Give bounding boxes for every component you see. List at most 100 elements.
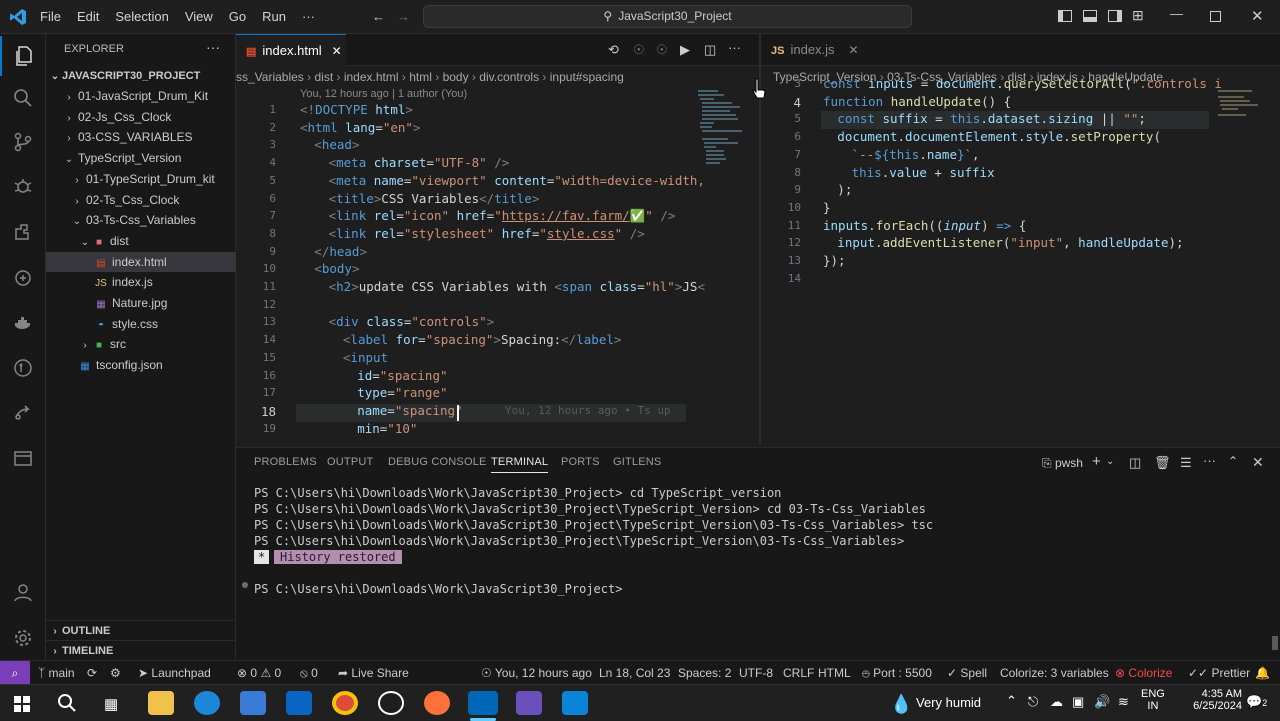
code-line[interactable]: name="spacing"	[357, 403, 462, 418]
tray-app-icon[interactable]: ⎋	[1028, 694, 1038, 710]
terminal-dropdown-chevron-icon[interactable]: ⌄	[1106, 456, 1114, 467]
tree-item[interactable]: ⌄ ■ dist	[46, 231, 236, 251]
problems-status[interactable]: ⊗ 0 ⚠ 0	[237, 661, 281, 685]
forward-arrow-icon[interactable]: →	[397, 9, 410, 24]
explorer-more-icon[interactable]: ···	[206, 39, 220, 55]
new-terminal-icon[interactable]: +	[1092, 453, 1101, 470]
branch-status[interactable]: ᛉ main	[38, 661, 75, 685]
input-language[interactable]: ENG IN	[1141, 688, 1165, 712]
code-line[interactable]: <input	[343, 350, 388, 365]
minimap[interactable]	[1216, 88, 1262, 118]
toggle-panel-icon[interactable]	[1083, 10, 1097, 22]
colorize-status[interactable]: ⊗ Colorize	[1115, 661, 1172, 685]
notifications-bell-icon[interactable]: 🔔	[1255, 661, 1270, 685]
toggle-secondary-sidebar-icon[interactable]	[1108, 10, 1122, 22]
tree-item[interactable]: › 03-CSS_VARIABLES	[46, 127, 236, 147]
menu-run[interactable]: Run	[254, 0, 294, 34]
toggle-sidebar-icon[interactable]	[1058, 10, 1072, 22]
indentation[interactable]: Spaces: 2	[678, 661, 731, 685]
media-player-taskbar-icon[interactable]	[378, 691, 404, 715]
close-panel-icon[interactable]: ✕	[1252, 454, 1264, 471]
code-line[interactable]: <link rel="stylesheet" href="style.css" …	[329, 226, 645, 241]
tree-item[interactable]: › 01-JavaScript_Drum_Kit	[46, 86, 236, 106]
panel-tab-terminal[interactable]: TERMINAL	[491, 456, 549, 473]
terminal-prompt[interactable]: PS C:\Users\hi\Downloads\Work\JavaScript…	[254, 582, 622, 596]
menu-edit[interactable]: Edit	[69, 0, 107, 34]
live-share-icon[interactable]	[0, 392, 46, 432]
breadcrumb-item[interactable]: ss_Variables	[236, 70, 304, 84]
tree-item[interactable]: ▤ index.html	[46, 251, 236, 272]
app2-taskbar-icon[interactable]	[562, 691, 588, 715]
previous-change-icon[interactable]: ☉	[633, 42, 645, 58]
prettier-status[interactable]: ✓✓ Prettier	[1188, 661, 1250, 685]
code-line[interactable]: inputs.forEach((input) => {	[823, 218, 1026, 233]
code-line[interactable]: type="range"	[357, 385, 447, 400]
windows-start-icon[interactable]	[14, 696, 30, 715]
remote-explorer-icon[interactable]	[0, 258, 46, 298]
code-line[interactable]: </head>	[314, 244, 367, 259]
taskbar-search-icon[interactable]	[57, 693, 77, 716]
weather-label[interactable]: Very humid	[916, 695, 981, 710]
code-line[interactable]: const inputs = document.querySelectorAll…	[823, 76, 1222, 91]
code-line[interactable]: );	[837, 182, 852, 197]
code-line[interactable]: });	[823, 253, 846, 268]
code-line[interactable]: id="spacing"	[357, 368, 447, 383]
panel-tab-ports[interactable]: PORTS	[561, 456, 600, 468]
command-center-search[interactable]: ⚲ JavaScript30_Project	[423, 5, 912, 28]
codelens-blame[interactable]: You, 12 hours ago | 1 author (You)	[300, 88, 467, 100]
breadcrumb-item[interactable]: input#spacing	[550, 70, 624, 84]
terminal-layout-icon[interactable]: ☰	[1180, 455, 1192, 471]
tray-network-icon[interactable]: ▣	[1072, 694, 1084, 710]
code-line[interactable]: `--${this.name}`,	[852, 147, 980, 162]
minimize-icon[interactable]: —	[1170, 6, 1183, 21]
tray-chevron-icon[interactable]: ⌃	[1006, 693, 1017, 709]
go-live-status[interactable]: ⦺ Port : 5500	[862, 661, 932, 685]
clock[interactable]: 4:35 AM 6/25/2024	[1174, 688, 1242, 712]
tree-item[interactable]: ⌄ TypeScript_Version	[46, 148, 236, 168]
tab-index-html[interactable]: ▤ index.html ✕	[236, 34, 346, 66]
code-line[interactable]: <link rel="icon" href="https://fav.farm/…	[329, 208, 676, 224]
tree-item[interactable]: ◓ style.css	[46, 314, 236, 334]
split-terminal-icon[interactable]: ◫	[1129, 455, 1141, 471]
file-explorer-taskbar-icon[interactable]	[148, 691, 174, 715]
tree-item[interactable]: › 02-Ts_Css_Clock	[46, 190, 236, 210]
kill-terminal-icon[interactable]: 🗑	[1154, 455, 1171, 471]
outlook-taskbar-icon[interactable]	[286, 691, 312, 715]
tree-item[interactable]: › 01-TypeScript_Drum_kit	[46, 169, 236, 189]
code-line[interactable]: <meta charset="UTF-8" />	[329, 155, 510, 170]
store-taskbar-icon[interactable]	[240, 691, 266, 715]
code-line[interactable]: this.value + suffix	[852, 165, 995, 180]
code-line[interactable]: <head>	[314, 137, 359, 152]
project-root[interactable]: ⌄ JAVASCRIPT30_PROJECT	[46, 66, 236, 86]
outline-section[interactable]: › OUTLINE	[46, 620, 236, 640]
code-line[interactable]: input.addEventListener("input", handleUp…	[837, 235, 1183, 250]
breadcrumb-item[interactable]: index.html	[344, 70, 399, 84]
colorize-variables[interactable]: Colorize: 3 variables	[1000, 661, 1109, 685]
spell-status[interactable]: ✓ Spell	[947, 661, 987, 685]
language-mode[interactable]: HTML	[818, 661, 851, 685]
code-line[interactable]: }	[823, 200, 831, 215]
customize-layout-icon[interactable]: ⊞	[1132, 7, 1144, 24]
wifi-icon[interactable]: ≋	[1118, 694, 1129, 710]
menu-go[interactable]: Go	[221, 0, 254, 34]
breadcrumb-item[interactable]: body	[443, 70, 469, 84]
panel-tab-gitlens[interactable]: GITLENS	[613, 456, 661, 468]
close-tab-icon[interactable]: ✕	[332, 44, 342, 58]
code-line[interactable]: <label for="spacing">Spacing:</label>	[343, 332, 622, 347]
end-of-line[interactable]: CRLF	[783, 661, 814, 685]
menu-file[interactable]: File	[32, 0, 69, 34]
sync-icon[interactable]: ⟳	[87, 661, 97, 685]
task-view-icon[interactable]: ▦	[104, 695, 118, 713]
source-control-icon[interactable]	[0, 122, 46, 162]
tree-item[interactable]: ▦ tsconfig.json	[46, 355, 236, 375]
code-line[interactable]: <h2>update CSS Variables with <span clas…	[329, 279, 705, 294]
open-changes-icon[interactable]: ⟲	[608, 42, 619, 58]
terminal-scrollbar[interactable]	[1272, 636, 1278, 650]
split-editor-icon[interactable]: ◫	[704, 42, 716, 58]
breadcrumb-item[interactable]: dist	[314, 70, 333, 84]
code-line[interactable]: <!DOCTYPE html>	[300, 102, 413, 117]
tabs-view-icon[interactable]	[0, 438, 46, 478]
ports-status[interactable]: ⦸ 0	[300, 661, 318, 685]
code-line[interactable]: const suffix = this.dataset.sizing || ""…	[837, 111, 1146, 126]
launchpad-status[interactable]: ➤ Launchpad	[138, 661, 211, 685]
